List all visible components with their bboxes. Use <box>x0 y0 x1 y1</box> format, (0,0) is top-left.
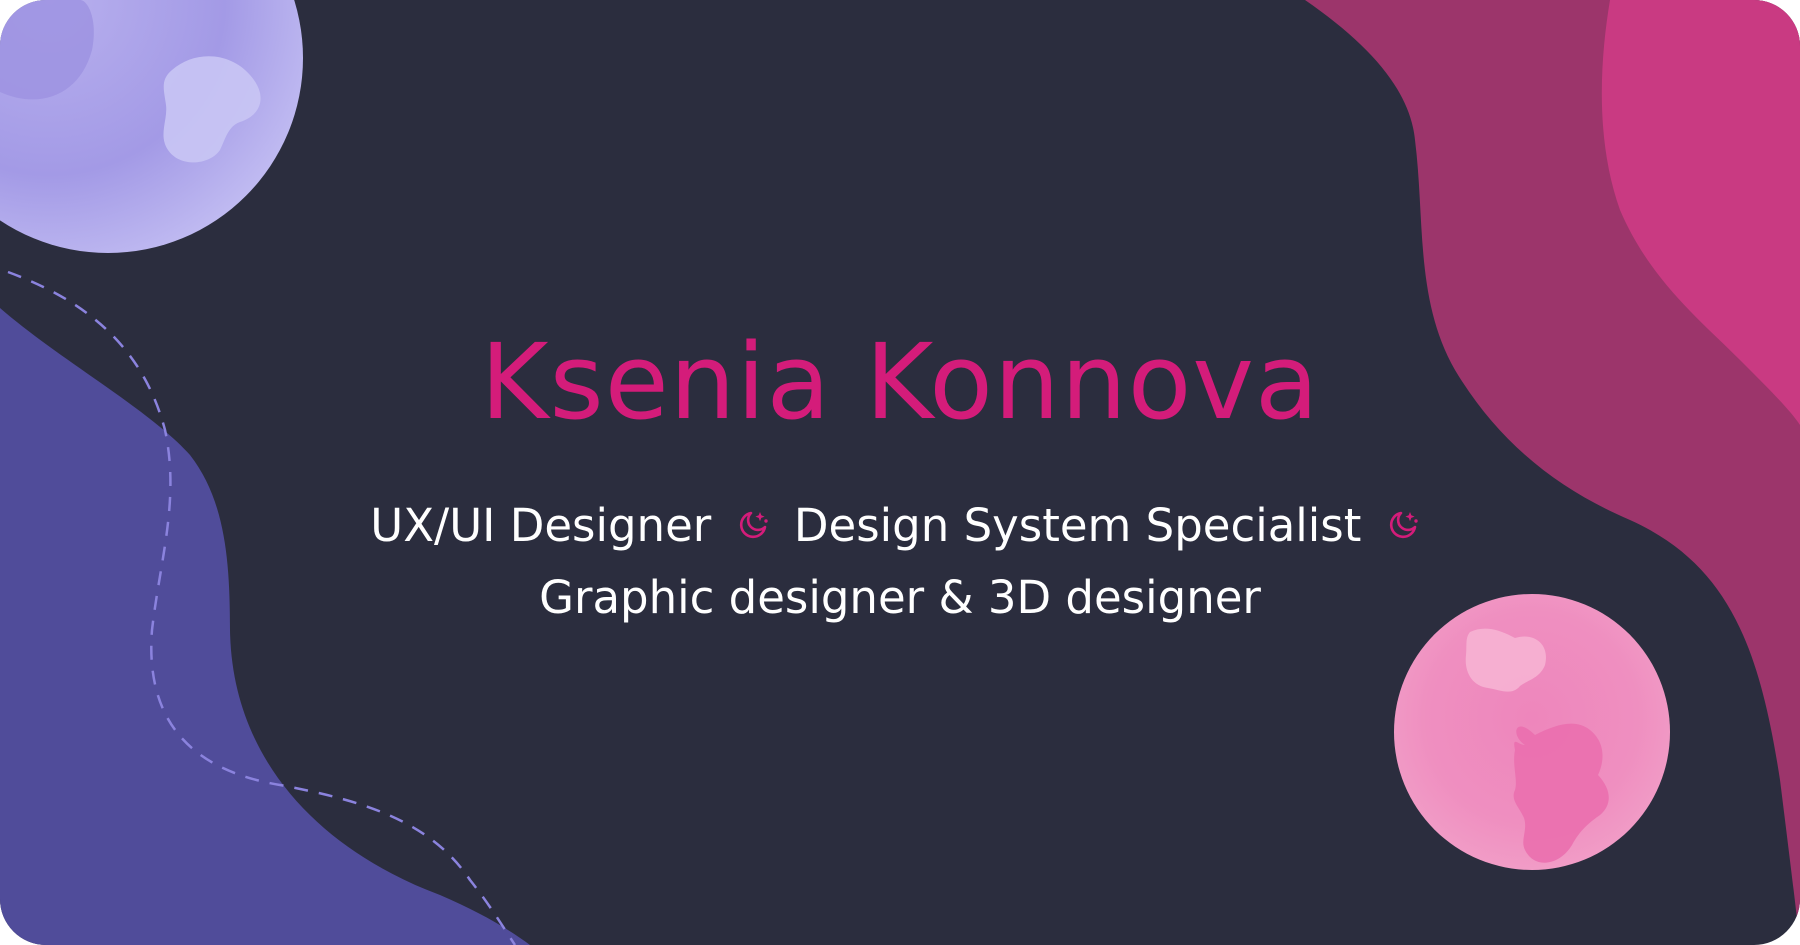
moon-stars-icon <box>739 511 768 539</box>
moon-stars-icon <box>1389 511 1418 539</box>
roles-block: UX/UI Designer Design System Specialist … <box>0 490 1800 634</box>
role-ux-ui-designer: UX/UI Designer <box>370 499 712 552</box>
hero-content: Ksenia Konnova UX/UI Designer Design Sys… <box>0 0 1800 945</box>
role-design-system-specialist: Design System Specialist <box>793 499 1362 552</box>
role-graphic-3d-designer: Graphic designer & 3D designer <box>539 571 1261 624</box>
roles-line-2: Graphic designer & 3D designer <box>0 562 1800 634</box>
hero-card: Ksenia Konnova UX/UI Designer Design Sys… <box>0 0 1800 945</box>
roles-line-1: UX/UI Designer Design System Specialist <box>0 490 1800 562</box>
designer-name: Ksenia Konnova <box>480 321 1320 443</box>
